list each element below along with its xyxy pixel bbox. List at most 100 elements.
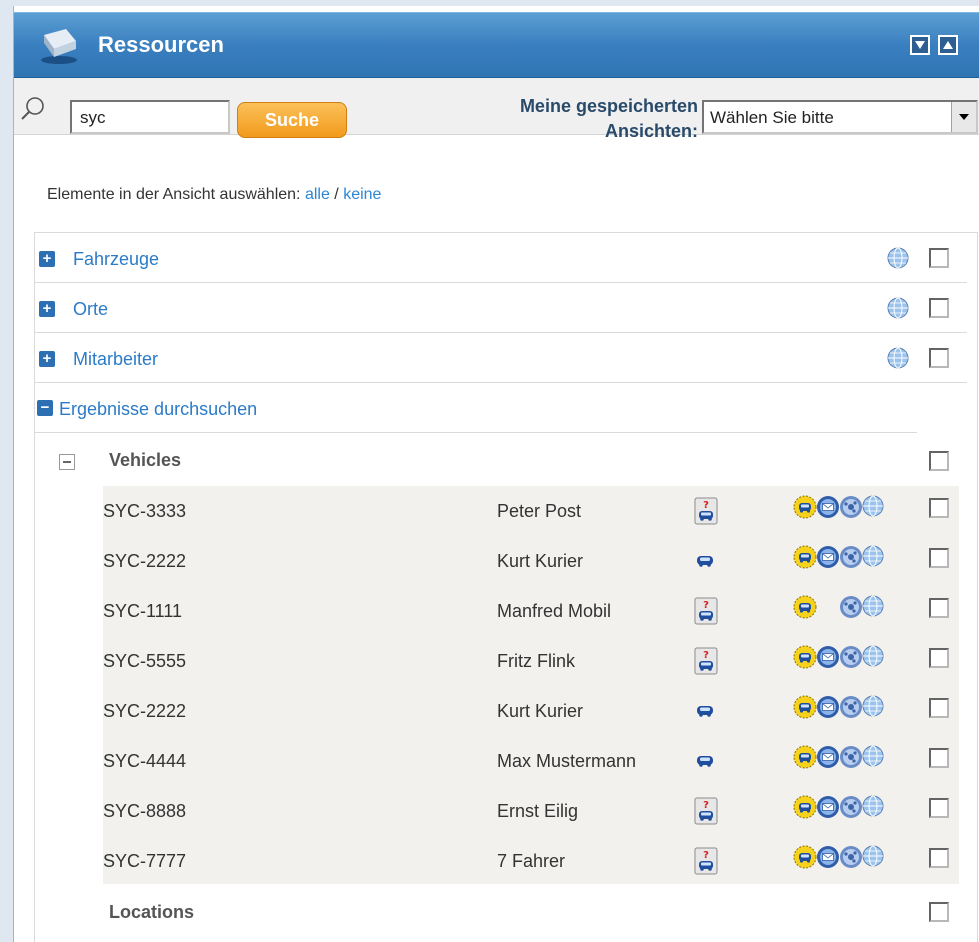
dropdown-arrow-icon[interactable] [951, 102, 976, 132]
vehicles-collapse-button[interactable] [59, 454, 75, 470]
navigation-icon[interactable] [839, 745, 863, 769]
result-row[interactable]: SYC-8888 Ernst Eilig? [103, 786, 959, 836]
driver-name: Kurt Kurier [497, 701, 584, 721]
send-message-icon[interactable] [816, 745, 840, 769]
result-row[interactable]: SYC-3333 Peter Post? [103, 486, 959, 536]
resources-logo-icon [41, 29, 77, 64]
saved-views-label: Meine gespeicherten Ansichten: [519, 96, 698, 141]
result-row[interactable]: SYC-1111 Manfred Mobil? [103, 586, 959, 636]
send-message-icon[interactable] [816, 795, 840, 819]
navigation-icon[interactable] [839, 845, 863, 869]
resources-panel: Ressourcen syc Suche Meine gespeicherten… [13, 6, 979, 942]
select-none-link[interactable]: keine [343, 186, 381, 203]
send-message-icon[interactable] [816, 845, 840, 869]
locate-vehicle-icon[interactable] [793, 545, 817, 569]
category-checkbox[interactable] [929, 298, 949, 318]
globe-icon[interactable] [887, 347, 909, 369]
category-label[interactable]: Ergebnisse durchsuchen [59, 399, 257, 420]
result-row[interactable]: SYC-5555 Fritz Flink? [103, 636, 959, 686]
row-checkbox[interactable] [929, 598, 949, 618]
vehicle-plate: SYC-7777 [103, 851, 187, 871]
expand-plus-icon[interactable]: + [39, 251, 55, 267]
locate-vehicle-icon[interactable] [793, 695, 817, 719]
select-all-link[interactable]: alle [305, 186, 330, 203]
vehicle-plate: SYC-2222 [103, 701, 187, 721]
locate-vehicle-icon[interactable] [793, 645, 817, 669]
category-checkbox[interactable] [929, 248, 949, 268]
locate-vehicle-icon[interactable] [793, 595, 817, 619]
category-row-fahrzeuge[interactable]: + Fahrzeuge [35, 233, 967, 283]
globe-icon[interactable] [862, 645, 886, 669]
select-hint-text: Elemente in der Ansicht auswählen: [47, 186, 301, 203]
locate-vehicle-icon[interactable] [793, 495, 817, 519]
search-input[interactable]: syc [70, 100, 230, 134]
row-checkbox[interactable] [929, 648, 949, 668]
result-row[interactable]: SYC-4444 Max Mustermann [103, 736, 959, 786]
locations-checkbox[interactable] [929, 902, 949, 922]
expand-button[interactable] [938, 35, 958, 55]
expand-plus-icon[interactable]: + [39, 301, 55, 317]
send-message-icon[interactable] [816, 695, 840, 719]
globe-icon[interactable] [862, 545, 886, 569]
vehicle-icon [696, 704, 714, 717]
row-checkbox[interactable] [929, 548, 949, 568]
category-label[interactable]: Fahrzeuge [73, 249, 159, 270]
group-label-vehicles: Vehicles [109, 450, 182, 470]
driver-name: Fritz Flink [497, 651, 575, 671]
globe-icon[interactable] [862, 845, 886, 869]
search-icon [21, 97, 44, 120]
row-checkbox[interactable] [929, 498, 949, 518]
driver-name: Ernst Eilig [497, 801, 579, 821]
collapse-button[interactable] [910, 35, 930, 55]
globe-icon[interactable] [862, 595, 886, 619]
saved-views-value: Wählen Sie bitte [710, 108, 834, 127]
send-message-icon[interactable] [816, 495, 840, 519]
locate-vehicle-icon[interactable] [793, 745, 817, 769]
driver-name: Manfred Mobil [497, 601, 612, 621]
row-checkbox[interactable] [929, 698, 949, 718]
result-row[interactable]: SYC-2222 Kurt Kurier [103, 686, 959, 736]
send-message-icon[interactable] [816, 545, 840, 569]
row-checkbox[interactable] [929, 798, 949, 818]
svg-text:?: ? [703, 650, 709, 661]
category-row-search-results[interactable]: − Ergebnisse durchsuchen [35, 383, 917, 433]
search-button[interactable]: Suche [237, 102, 347, 138]
navigation-icon[interactable] [839, 495, 863, 519]
navigation-icon[interactable] [839, 695, 863, 719]
vehicle-plate: SYC-5555 [103, 651, 187, 671]
row-checkbox[interactable] [929, 748, 949, 768]
driver-name: Peter Post [497, 501, 582, 521]
driver-name: Kurt Kurier [497, 551, 584, 571]
navigation-icon[interactable] [839, 795, 863, 819]
collapse-minus-icon[interactable]: − [37, 400, 53, 416]
globe-icon[interactable] [862, 695, 886, 719]
send-message-icon[interactable] [816, 645, 840, 669]
category-checkbox[interactable] [929, 348, 949, 368]
navigation-icon[interactable] [839, 645, 863, 669]
unknown-vehicle-icon: ? [694, 647, 718, 675]
resource-tree: Vehicles SYC-3333 Peter Post? SYC-2222 Kurt… [34, 232, 978, 942]
globe-icon[interactable] [862, 745, 886, 769]
result-row[interactable]: SYC-7777 7 Fahrer? [103, 836, 959, 886]
globe-icon[interactable] [862, 795, 886, 819]
category-row-mitarbeiter[interactable]: + Mitarbeiter [35, 333, 967, 383]
result-row[interactable]: SYC-2222 Kurt Kurier [103, 536, 959, 586]
globe-icon[interactable] [862, 495, 886, 519]
saved-views-select[interactable]: Wählen Sie bitte [702, 100, 978, 134]
category-label[interactable]: Mitarbeiter [73, 349, 158, 370]
svg-text:?: ? [703, 850, 709, 861]
globe-icon[interactable] [887, 247, 909, 269]
select-hint-separator: / [334, 186, 339, 203]
expand-plus-icon[interactable]: + [39, 351, 55, 367]
navigation-icon[interactable] [839, 545, 863, 569]
svg-text:?: ? [703, 500, 709, 511]
globe-icon[interactable] [887, 297, 909, 319]
category-label[interactable]: Orte [73, 299, 108, 320]
row-checkbox[interactable] [929, 848, 949, 868]
locate-vehicle-icon[interactable] [793, 795, 817, 819]
category-row-orte[interactable]: + Orte [35, 283, 967, 333]
search-bar: syc Suche Meine gespeicherten Ansichten:… [14, 78, 979, 141]
vehicles-checkbox[interactable] [929, 451, 949, 471]
navigation-icon[interactable] [839, 595, 863, 619]
locate-vehicle-icon[interactable] [793, 845, 817, 869]
